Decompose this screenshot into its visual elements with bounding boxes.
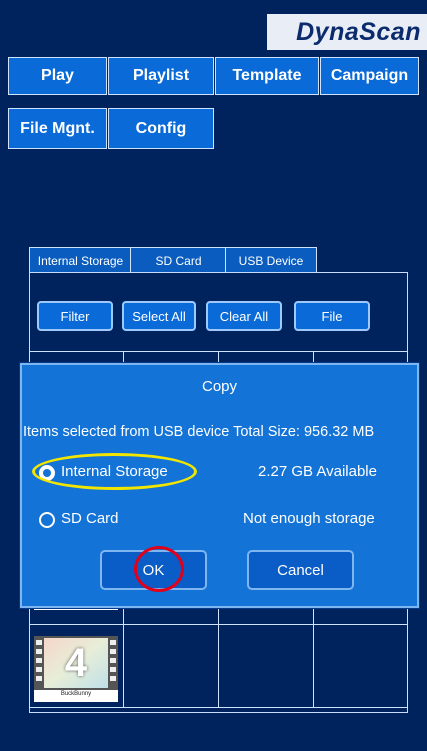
tab-sd-card[interactable]: SD Card (130, 247, 227, 273)
highlight-ellipse (32, 453, 197, 490)
nav-file-management-button[interactable]: File Mgnt. (8, 108, 107, 149)
filter-button[interactable]: Filter (37, 301, 113, 331)
dynascan-logo: DynaScan (267, 14, 427, 50)
nav-config-button[interactable]: Config (108, 108, 214, 149)
nav-template-button[interactable]: Template (215, 57, 319, 95)
file-button[interactable]: File (294, 301, 370, 331)
nav-play-button[interactable]: Play (8, 57, 107, 95)
thumbnail-number: 4 (64, 641, 88, 685)
sd-card-label[interactable]: SD Card (61, 510, 119, 527)
dialog-title: Copy (201, 378, 238, 395)
highlight-circle (134, 546, 184, 592)
cancel-label: Cancel (277, 561, 324, 579)
tab-internal-storage[interactable]: Internal Storage (29, 247, 132, 273)
thumbnail-caption: BuckBunny (60, 691, 92, 697)
dialog-info: Items selected from USB device Total Siz… (23, 424, 375, 440)
clear-all-button[interactable]: Clear All (206, 301, 282, 331)
internal-storage-status: 2.27 GB Available (258, 463, 377, 480)
nav-playlist-button[interactable]: Playlist (108, 57, 214, 95)
copy-dialog: Copy Items selected from USB device Tota… (20, 363, 419, 608)
cancel-button[interactable]: Cancel (247, 550, 354, 590)
select-all-button[interactable]: Select All (122, 301, 196, 331)
sd-card-radio[interactable] (39, 512, 55, 528)
sd-card-status: Not enough storage (243, 510, 375, 527)
nav-campaign-button[interactable]: Campaign (320, 57, 419, 95)
video-thumbnail[interactable]: 4 BuckBunny (34, 636, 118, 702)
tab-usb-device[interactable]: USB Device (225, 247, 317, 273)
